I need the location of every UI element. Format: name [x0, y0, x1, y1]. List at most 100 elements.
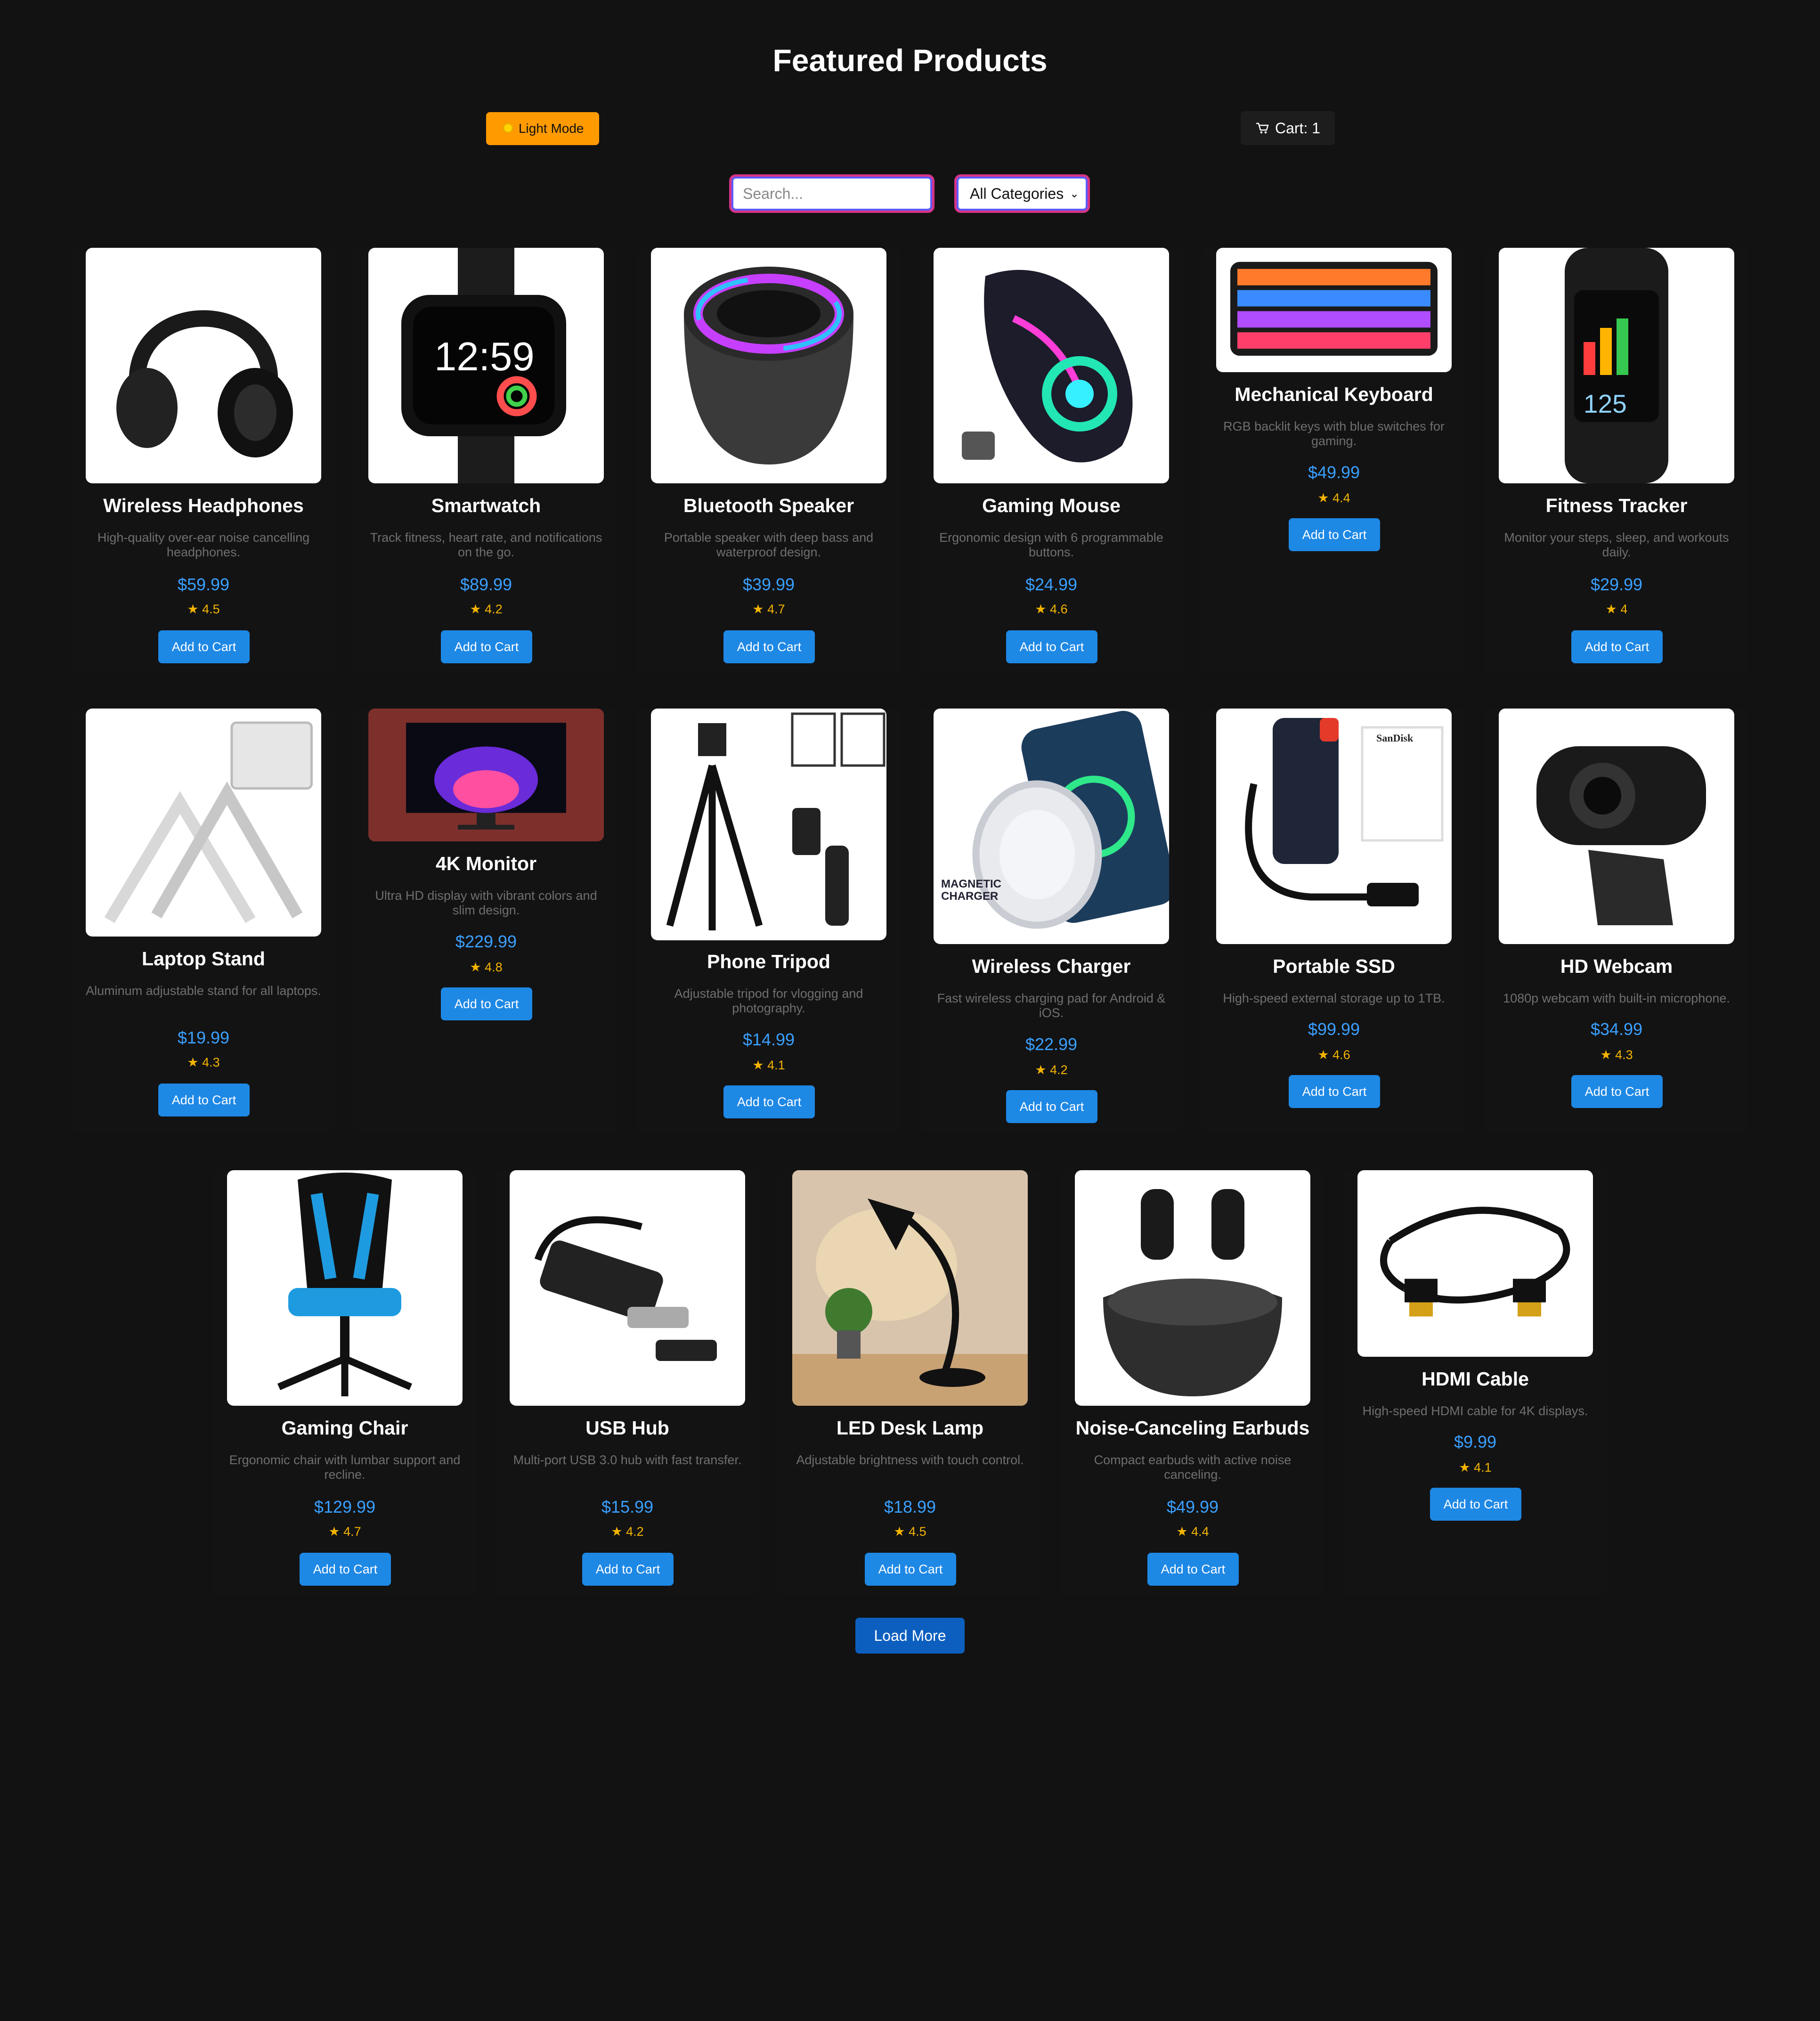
product-rating: ★ 4: [1605, 602, 1628, 616]
product-name: Fitness Tracker: [1545, 495, 1688, 516]
product-image-earbuds: [1075, 1170, 1310, 1406]
product-card-portable-ssd: SanDisk Portable SSD High-speed external…: [1202, 709, 1466, 1133]
cart-count: Cart: 1: [1275, 119, 1321, 137]
add-to-cart-button[interactable]: Add to Cart: [158, 1084, 250, 1116]
product-rating: ★ 4.2: [1035, 1063, 1068, 1077]
product-card-4k-monitor: 4K Monitor Ultra HD display with vibrant…: [354, 709, 618, 1133]
theme-toggle-label: Light Mode: [518, 121, 584, 136]
product-description: Multi-port USB 3.0 hub with fast transfe…: [513, 1453, 742, 1467]
product-rating: ★ 4.8: [470, 960, 503, 974]
product-image-mouse: [934, 248, 1169, 483]
product-name: Gaming Chair: [281, 1417, 408, 1439]
page-title: Featured Products: [772, 43, 1048, 78]
product-rating: ★ 4.5: [187, 602, 220, 616]
product-rating: ★ 4.3: [1600, 1048, 1633, 1062]
product-description: High-speed external storage up to 1TB.: [1223, 991, 1445, 1005]
product-image-keyboard: [1216, 248, 1452, 372]
category-selected-value: All Categories: [970, 185, 1064, 202]
sun-icon: ✹: [501, 120, 515, 138]
product-name: Bluetooth Speaker: [683, 495, 854, 516]
product-image-webcam: [1499, 709, 1734, 944]
product-price: $89.99: [460, 575, 512, 594]
product-name: Noise-Canceling Earbuds: [1075, 1417, 1310, 1439]
add-to-cart-button[interactable]: Add to Cart: [1147, 1553, 1239, 1586]
product-rating: ★ 4.4: [1317, 491, 1350, 505]
product-description: Fast wireless charging pad for Android &…: [937, 991, 1166, 1020]
chevron-down-icon: ⌄: [1069, 187, 1079, 200]
product-rating: ★ 4.3: [187, 1055, 220, 1069]
product-image-tripod: [651, 709, 886, 940]
product-name: Smartwatch: [431, 495, 541, 516]
product-name: HDMI Cable: [1422, 1368, 1529, 1390]
product-name: Mechanical Keyboard: [1235, 383, 1433, 405]
add-to-cart-button[interactable]: Add to Cart: [1006, 630, 1097, 663]
product-image-wireless-charger: MAGNETIC CHARGER: [934, 709, 1169, 944]
add-to-cart-button[interactable]: Add to Cart: [1006, 1090, 1097, 1123]
add-to-cart-button[interactable]: Add to Cart: [441, 987, 532, 1020]
product-name: Wireless Charger: [972, 955, 1131, 977]
add-to-cart-button[interactable]: Add to Cart: [723, 1085, 815, 1118]
product-price: $59.99: [177, 575, 230, 594]
product-description: Ergonomic design with 6 programmable but…: [939, 530, 1163, 559]
add-to-cart-button[interactable]: Add to Cart: [1571, 630, 1663, 663]
product-price: $19.99: [177, 1028, 230, 1047]
add-to-cart-button[interactable]: Add to Cart: [1430, 1488, 1521, 1521]
cart-icon: [1256, 122, 1269, 134]
add-to-cart-button[interactable]: Add to Cart: [865, 1553, 956, 1586]
product-description: Aluminum adjustable stand for all laptop…: [86, 984, 321, 998]
add-to-cart-button[interactable]: Add to Cart: [441, 630, 532, 663]
add-to-cart-button[interactable]: Add to Cart: [158, 630, 250, 663]
product-card-wireless-charger: MAGNETIC CHARGER Wireless Charger Fast w…: [919, 709, 1183, 1133]
product-name: 4K Monitor: [435, 853, 537, 874]
add-to-cart-button[interactable]: Add to Cart: [1289, 518, 1380, 551]
product-price: $229.99: [455, 932, 517, 951]
product-card-phone-tripod: Phone Tripod Adjustable tripod for vlogg…: [637, 709, 901, 1133]
watch-time-text: 12:59: [434, 334, 535, 379]
add-to-cart-button[interactable]: Add to Cart: [300, 1553, 391, 1586]
product-card-gaming-chair: Gaming Chair Ergonomic chair with lumbar…: [213, 1170, 477, 1596]
product-image-gaming-chair: [227, 1170, 463, 1406]
product-rating: ★ 4.6: [1317, 1048, 1350, 1062]
product-description: High-speed HDMI cable for 4K displays.: [1362, 1404, 1588, 1418]
category-select[interactable]: All Categories ⌄: [954, 174, 1090, 213]
product-rating: ★ 4.5: [894, 1524, 926, 1539]
product-price: $129.99: [314, 1497, 376, 1516]
search-input[interactable]: [729, 174, 934, 213]
tracker-value-text: 125: [1584, 389, 1627, 418]
product-card-laptop-stand: Laptop Stand Aluminum adjustable stand f…: [72, 709, 335, 1133]
product-rating: ★ 4.7: [752, 602, 785, 616]
product-card-gaming-mouse: Gaming Mouse Ergonomic design with 6 pro…: [919, 248, 1183, 674]
product-image-desk-lamp: [792, 1170, 1028, 1406]
theme-toggle-button[interactable]: ✹ Light Mode: [486, 112, 599, 145]
product-price: $34.99: [1590, 1019, 1643, 1039]
product-card-fitness-tracker: 125 Fitness Tracker Monitor your steps, …: [1485, 248, 1748, 674]
load-more-button[interactable]: Load More: [855, 1618, 965, 1654]
product-rating: ★ 4.1: [752, 1058, 785, 1072]
product-price: $9.99: [1454, 1432, 1497, 1451]
product-price: $29.99: [1590, 575, 1643, 594]
product-card-noise-canceling-earbuds: Noise-Canceling Earbuds Compact earbuds …: [1061, 1170, 1324, 1596]
add-to-cart-button[interactable]: Add to Cart: [723, 630, 815, 663]
product-card-bluetooth-speaker: Bluetooth Speaker Portable speaker with …: [637, 248, 901, 674]
cart-button[interactable]: Cart: 1: [1241, 111, 1335, 145]
product-price: $39.99: [742, 575, 795, 594]
add-to-cart-button[interactable]: Add to Cart: [1571, 1075, 1663, 1108]
product-image-smartwatch: 12:59: [368, 248, 604, 483]
product-rating: ★ 4.1: [1459, 1460, 1492, 1475]
product-image-headphones: [86, 248, 321, 483]
product-card-led-desk-lamp: LED Desk Lamp Adjustable brightness with…: [778, 1170, 1042, 1596]
product-card-wireless-headphones: Wireless Headphones High-quality over-ea…: [72, 248, 335, 674]
product-card-hdmi-cable: HDMI Cable High-speed HDMI cable for 4K …: [1343, 1170, 1607, 1596]
add-to-cart-button[interactable]: Add to Cart: [582, 1553, 674, 1586]
product-description: Monitor your steps, sleep, and workouts …: [1504, 530, 1729, 559]
product-rating: ★ 4.7: [328, 1524, 361, 1539]
product-description: Compact earbuds with active noise cancel…: [1094, 1453, 1292, 1482]
charger-image-label: MAGNETIC CHARGER: [941, 878, 1001, 903]
product-price: $15.99: [601, 1497, 654, 1516]
product-price: $24.99: [1025, 575, 1078, 594]
product-name: Gaming Mouse: [982, 495, 1121, 516]
product-price: $14.99: [742, 1030, 795, 1049]
product-rating: ★ 4.6: [1035, 602, 1068, 616]
add-to-cart-button[interactable]: Add to Cart: [1289, 1075, 1380, 1108]
product-card-hd-webcam: HD Webcam 1080p webcam with built-in mic…: [1485, 709, 1748, 1133]
